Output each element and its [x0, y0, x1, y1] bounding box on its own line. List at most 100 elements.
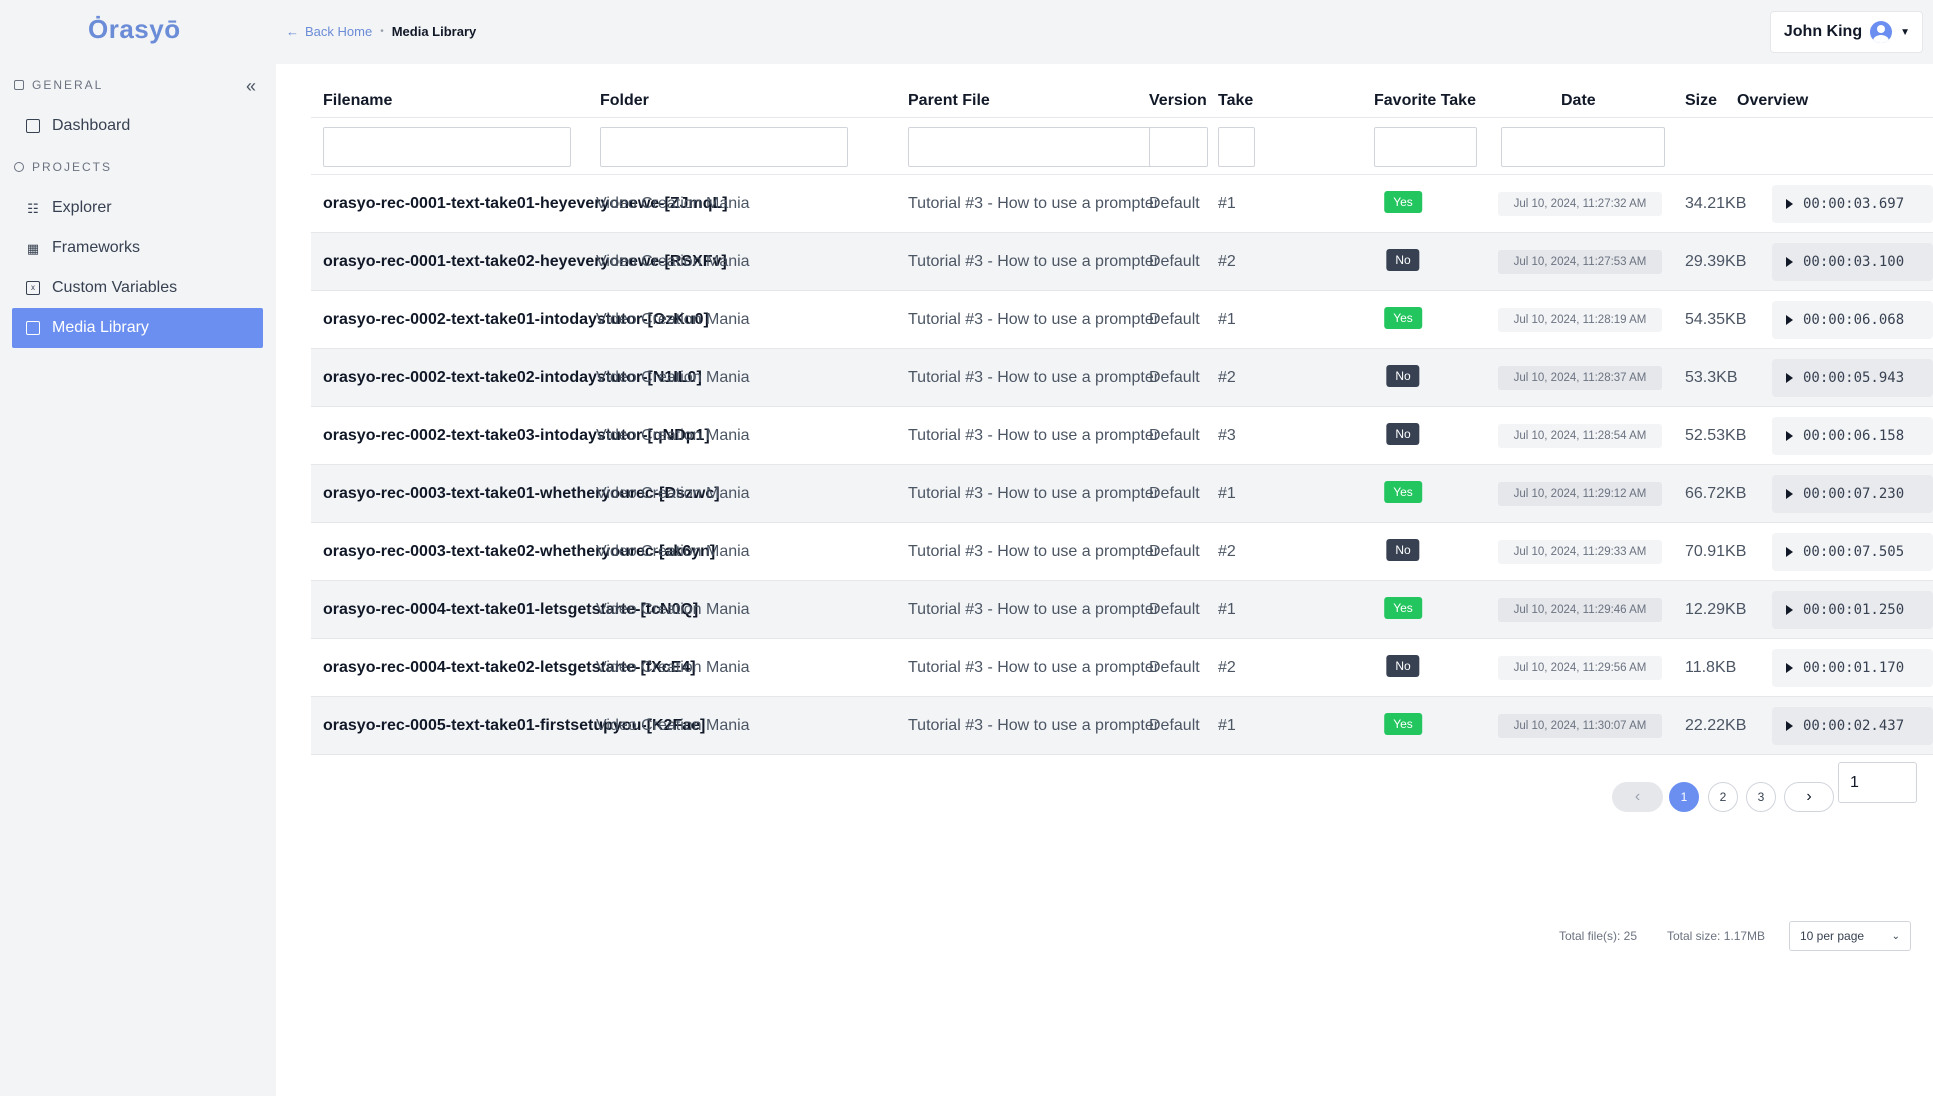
- sidebar-item-frameworks[interactable]: ▦ Frameworks: [12, 228, 263, 268]
- total-size: Total size: 1.17MB: [1667, 929, 1766, 943]
- audio-player[interactable]: 00:00:07.230: [1772, 475, 1933, 513]
- col-parent-file[interactable]: Parent File: [908, 92, 990, 110]
- take-cell: #2: [1218, 369, 1236, 386]
- table-row[interactable]: orasyo-rec-0004-text-take01-letsgetstart…: [311, 581, 1933, 639]
- favorite-badge[interactable]: No: [1386, 655, 1420, 677]
- favorite-badge[interactable]: Yes: [1384, 597, 1422, 619]
- section-general: GENERAL: [14, 78, 103, 92]
- play-icon[interactable]: [1786, 315, 1793, 325]
- favorite-badge[interactable]: No: [1386, 249, 1420, 271]
- play-icon[interactable]: [1786, 721, 1793, 731]
- date-cell: Jul 10, 2024, 11:29:33 AM: [1498, 540, 1662, 564]
- table-row[interactable]: orasyo-rec-0004-text-take02-letsgetstart…: [311, 639, 1933, 697]
- folder-filter-input[interactable]: [600, 127, 848, 167]
- favorite-badge[interactable]: Yes: [1384, 307, 1422, 329]
- version-filter-input[interactable]: [1149, 127, 1208, 167]
- per-page-select[interactable]: 10 per page ⌄: [1789, 921, 1911, 951]
- page-button-2[interactable]: 2: [1708, 782, 1738, 812]
- size-cell: 52.53KB: [1685, 427, 1747, 444]
- favorite-badge[interactable]: Yes: [1384, 481, 1422, 503]
- play-icon[interactable]: [1786, 199, 1793, 209]
- audio-player[interactable]: 00:00:01.250: [1772, 591, 1933, 629]
- col-filename[interactable]: Filename: [323, 92, 392, 110]
- take-filter-input[interactable]: [1218, 127, 1255, 167]
- next-page-button[interactable]: ›: [1784, 782, 1834, 812]
- sidebar-item-label: Custom Variables: [52, 279, 178, 296]
- table-row[interactable]: orasyo-rec-0002-text-take01-intodaystuto…: [311, 291, 1933, 349]
- size-cell: 22.22KB: [1685, 717, 1747, 734]
- table-row[interactable]: orasyo-rec-0005-text-take01-firstsetupyo…: [311, 697, 1933, 755]
- duration-text: 00:00:03.100: [1803, 254, 1905, 270]
- col-favorite-take[interactable]: Favorite Take: [1374, 92, 1476, 110]
- table-row[interactable]: orasyo-rec-0003-text-take01-whetheryoure…: [311, 465, 1933, 523]
- date-cell: Jul 10, 2024, 11:29:46 AM: [1498, 598, 1662, 622]
- version-cell: Default: [1149, 311, 1200, 328]
- page-button-1[interactable]: 1: [1669, 782, 1699, 812]
- table-row[interactable]: orasyo-rec-0001-text-take01-heyeveryonew…: [311, 175, 1933, 233]
- back-home-link[interactable]: ← Back Home: [286, 24, 372, 39]
- size-cell: 29.39KB: [1685, 253, 1747, 270]
- audio-player[interactable]: 00:00:06.158: [1772, 417, 1933, 455]
- variables-icon: x: [26, 281, 40, 295]
- size-cell: 53.3KB: [1685, 369, 1738, 386]
- favorite-badge[interactable]: No: [1386, 365, 1420, 387]
- take-cell: #2: [1218, 253, 1236, 270]
- col-overview[interactable]: Overview: [1737, 92, 1808, 110]
- play-icon[interactable]: [1786, 431, 1793, 441]
- col-folder[interactable]: Folder: [600, 92, 649, 110]
- collapse-sidebar-icon[interactable]: «: [246, 76, 256, 97]
- section-projects-label: PROJECTS: [32, 160, 113, 174]
- table-row[interactable]: orasyo-rec-0002-text-take03-intodaystuto…: [311, 407, 1933, 465]
- table-row[interactable]: orasyo-rec-0003-text-take02-whetheryoure…: [311, 523, 1933, 581]
- audio-player[interactable]: 00:00:07.505: [1772, 533, 1933, 571]
- audio-player[interactable]: 00:00:05.943: [1772, 359, 1933, 397]
- size-cell: 11.8KB: [1685, 659, 1737, 676]
- sidebar-item-label: Dashboard: [52, 117, 131, 134]
- audio-player[interactable]: 00:00:06.068: [1772, 301, 1933, 339]
- size-cell: 54.35KB: [1685, 311, 1747, 328]
- audio-player[interactable]: 00:00:02.437: [1772, 707, 1933, 745]
- play-icon[interactable]: [1786, 257, 1793, 267]
- duration-text: 00:00:07.230: [1803, 486, 1905, 502]
- filename-filter-input[interactable]: [323, 127, 571, 167]
- play-icon[interactable]: [1786, 663, 1793, 673]
- take-cell: #1: [1218, 485, 1236, 502]
- date-cell: Jul 10, 2024, 11:28:19 AM: [1498, 308, 1662, 332]
- audio-player[interactable]: 00:00:03.697: [1772, 185, 1933, 223]
- sidebar-item-dashboard[interactable]: Dashboard: [12, 106, 263, 146]
- col-version[interactable]: Version: [1149, 92, 1207, 110]
- version-cell: Default: [1149, 659, 1200, 676]
- version-cell: Default: [1149, 717, 1200, 734]
- favorite-filter-input[interactable]: [1374, 127, 1477, 167]
- table-row[interactable]: orasyo-rec-0001-text-take02-heyeveryonew…: [311, 233, 1933, 291]
- prev-page-button[interactable]: ‹: [1612, 782, 1663, 812]
- page-button-3[interactable]: 3: [1746, 782, 1776, 812]
- sidebar-item-custom-variables[interactable]: x Custom Variables: [12, 268, 263, 308]
- version-cell: Default: [1149, 369, 1200, 386]
- table-row[interactable]: orasyo-rec-0002-text-take02-intodaystuto…: [311, 349, 1933, 407]
- parent-file-filter-input[interactable]: [908, 127, 1156, 167]
- favorite-badge[interactable]: No: [1386, 539, 1420, 561]
- favorite-badge[interactable]: Yes: [1384, 191, 1422, 213]
- audio-player[interactable]: 00:00:01.170: [1772, 649, 1933, 687]
- play-icon[interactable]: [1786, 547, 1793, 557]
- take-cell: #2: [1218, 659, 1236, 676]
- date-filter-input[interactable]: [1501, 127, 1665, 167]
- page-number-input[interactable]: [1838, 762, 1917, 803]
- play-icon[interactable]: [1786, 373, 1793, 383]
- date-cell: Jul 10, 2024, 11:27:32 AM: [1498, 192, 1662, 216]
- user-menu-button[interactable]: John King ▼: [1770, 11, 1923, 53]
- audio-player[interactable]: 00:00:03.100: [1772, 243, 1933, 281]
- play-icon[interactable]: [1786, 605, 1793, 615]
- favorite-badge[interactable]: No: [1386, 423, 1420, 445]
- col-date[interactable]: Date: [1561, 92, 1596, 110]
- app-logo[interactable]: Ȯrasyō: [88, 14, 181, 45]
- col-size[interactable]: Size: [1685, 92, 1717, 110]
- col-take[interactable]: Take: [1218, 92, 1253, 110]
- folder-cell: Video Creation Mania: [596, 659, 750, 676]
- sidebar-item-media-library[interactable]: Media Library: [12, 308, 263, 348]
- play-icon[interactable]: [1786, 489, 1793, 499]
- sidebar-item-explorer[interactable]: ☷ Explorer: [12, 188, 263, 228]
- favorite-badge[interactable]: Yes: [1384, 713, 1422, 735]
- folder-cell: Video Creation Mania: [596, 717, 750, 734]
